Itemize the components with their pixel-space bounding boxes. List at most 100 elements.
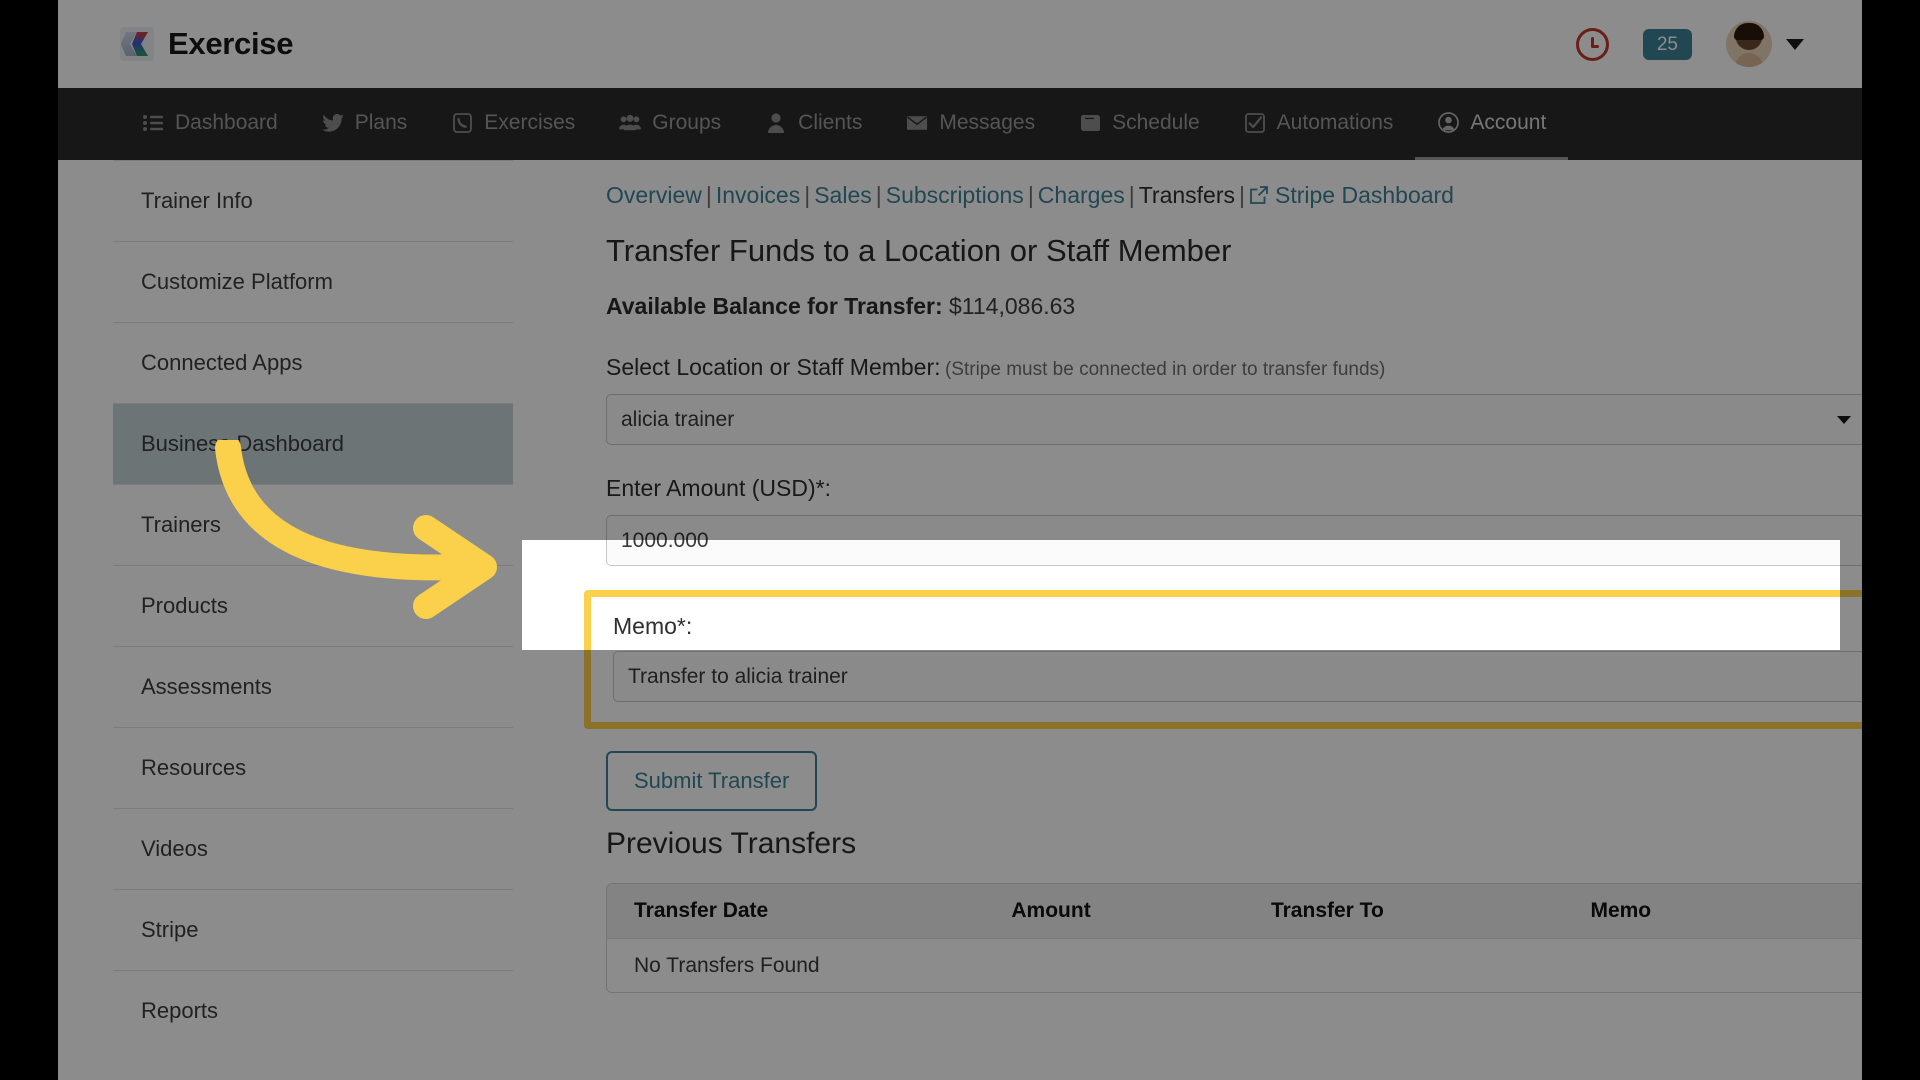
nav-item-plans[interactable]: Plans: [300, 88, 430, 160]
sidebar-item-label: Videos: [141, 836, 208, 861]
nav-item-groups[interactable]: Groups: [597, 88, 743, 160]
sidebar-item-label: Resources: [141, 755, 247, 780]
subnav-link-subscriptions[interactable]: Subscriptions: [886, 182, 1024, 208]
memo-label: Memo*:: [613, 613, 693, 639]
subnav-separator: |: [1128, 182, 1135, 208]
external-link-icon: [1249, 184, 1269, 211]
subnav-current-transfers: Transfers: [1138, 182, 1235, 208]
sidebar-item-business-dashboard[interactable]: Business Dashboard: [113, 403, 513, 484]
check-square-icon: [1244, 112, 1266, 134]
letterbox-left: [0, 0, 58, 1080]
submit-transfer-button[interactable]: Submit Transfer: [606, 751, 818, 811]
sidebar-item-videos[interactable]: Videos: [113, 808, 513, 889]
nav-label: Automations: [1276, 110, 1394, 134]
recipient-select[interactable]: alicia trainer: [606, 394, 1862, 445]
billing-subnav: Overview | Invoices | Sales | Subscriptions | Ch…: [606, 160, 1862, 211]
previous-transfers-table: Transfer Date Amount Transfer To Memo No…: [606, 883, 1862, 993]
table-row: No Transfers Found: [607, 938, 1862, 992]
sidebar-item-stripe[interactable]: Stripe: [113, 889, 513, 970]
nav-label: Schedule: [1112, 110, 1200, 134]
nav-label: Clients: [798, 110, 863, 134]
column-header-transfer-to: Transfer To: [1270, 899, 1384, 922]
subnav-separator: |: [875, 182, 882, 208]
settings-sidebar: Trainer Info Customize Platform Connecte…: [113, 160, 513, 1051]
select-label-row: Select Location or Staff Member: (Stripe…: [606, 354, 1862, 381]
nav-item-messages[interactable]: Messages: [884, 88, 1057, 160]
amount-input[interactable]: 1000.000: [606, 515, 1862, 566]
sidebar-item-label: Trainers: [141, 512, 221, 537]
sidebar-item-trainer-info[interactable]: Trainer Info: [113, 160, 513, 241]
subnav-separator: |: [705, 182, 712, 208]
nav-item-automations[interactable]: Automations: [1222, 88, 1416, 160]
clock-icon[interactable]: [1575, 27, 1609, 61]
memo-highlight-region: Memo*: Transfer to alicia trainer: [584, 590, 1862, 729]
content-area: Trainer Info Customize Platform Connecte…: [58, 160, 1862, 1080]
subnav-link-sales[interactable]: Sales: [814, 182, 872, 208]
balance-label: Available Balance for Transfer:: [606, 293, 943, 319]
subnav-link-invoices[interactable]: Invoices: [716, 182, 800, 208]
nav-label: Messages: [939, 110, 1036, 134]
nav-item-clients[interactable]: Clients: [743, 88, 884, 160]
column-header-memo: Memo: [1590, 899, 1652, 922]
select-label: Select Location or Staff Member:: [606, 354, 941, 380]
page-title: Transfer Funds to a Location or Staff Me…: [606, 233, 1232, 268]
main-column: Overview | Invoices | Sales | Subscriptions | Ch…: [584, 160, 1862, 993]
nav-label: Plans: [354, 110, 408, 134]
table-header-row: Transfer Date Amount Transfer To Memo: [607, 884, 1862, 938]
sidebar-item-label: Stripe: [141, 917, 199, 942]
phone-icon: [451, 112, 473, 134]
avatar: [1726, 21, 1772, 67]
nav-item-exercises[interactable]: Exercises: [429, 88, 597, 160]
browser-page: Exercise 25 Dashboard Plans Exercises Gr…: [58, 0, 1862, 1080]
sidebar-item-trainers[interactable]: Trainers: [113, 484, 513, 565]
column-header-transfer-date: Transfer Date: [634, 899, 769, 922]
subnav-link-stripe-dashboard[interactable]: Stripe Dashboard: [1275, 182, 1454, 208]
subnav-link-overview[interactable]: Overview: [606, 182, 702, 208]
nav-label: Groups: [652, 110, 722, 134]
caret-down-icon[interactable]: [1837, 415, 1851, 424]
sidebar-item-resources[interactable]: Resources: [113, 727, 513, 808]
amount-label: Enter Amount (USD)*:: [606, 475, 831, 501]
balance-value: $114,086.63: [949, 293, 1076, 319]
top-right-controls: 25: [1575, 21, 1804, 67]
sidebar-item-products[interactable]: Products: [113, 565, 513, 646]
subnav-link-charges[interactable]: Charges: [1038, 182, 1125, 208]
subnav-separator: |: [804, 182, 811, 208]
sidebar-item-label: Business Dashboard: [141, 431, 345, 456]
message-count-badge[interactable]: 25: [1642, 28, 1692, 60]
sidebar-item-customize-platform[interactable]: Customize Platform: [113, 241, 513, 322]
memo-input[interactable]: Transfer to alicia trainer: [613, 651, 1862, 702]
twitter-bird-icon: [321, 112, 344, 134]
column-header-amount: Amount: [1011, 899, 1091, 922]
brand[interactable]: Exercise: [120, 26, 293, 62]
account-menu[interactable]: [1726, 21, 1804, 67]
subnav-separator: |: [1239, 182, 1245, 208]
users-icon: [619, 112, 642, 134]
chevron-down-icon[interactable]: [1786, 38, 1804, 50]
sidebar-item-connected-apps[interactable]: Connected Apps: [113, 322, 513, 403]
sidebar-item-assessments[interactable]: Assessments: [113, 646, 513, 727]
nav-item-schedule[interactable]: Schedule: [1057, 88, 1222, 160]
list-icon: [142, 112, 164, 134]
nav-item-account[interactable]: Account: [1415, 88, 1569, 160]
subnav-separator: |: [1027, 182, 1034, 208]
nav-item-dashboard[interactable]: Dashboard: [120, 88, 300, 160]
main-nav: Dashboard Plans Exercises Groups Clients…: [58, 88, 1862, 160]
brand-name: Exercise: [168, 26, 294, 61]
sidebar-item-reports[interactable]: Reports: [113, 970, 513, 1051]
select-hint: (Stripe must be connected in order to tr…: [944, 359, 1386, 380]
sidebar-item-label: Assessments: [141, 674, 272, 699]
empty-state-message: No Transfers Found: [634, 953, 820, 977]
sidebar-item-label: Customize Platform: [141, 269, 333, 294]
envelope-icon: [906, 112, 928, 134]
nav-label: Account: [1470, 110, 1547, 134]
nav-label: Dashboard: [175, 110, 278, 134]
amount-group: Enter Amount (USD)*: 1000.000: [606, 475, 1862, 566]
chevron-logo-icon: [120, 27, 154, 61]
sidebar-item-label: Trainer Info: [141, 188, 253, 213]
nav-label: Exercises: [484, 110, 576, 134]
top-bar: Exercise 25: [58, 0, 1862, 88]
memo-input-value: Transfer to alicia trainer: [628, 664, 848, 688]
sidebar-item-label: Connected Apps: [141, 350, 303, 375]
amount-input-value: 1000.000: [621, 528, 709, 552]
